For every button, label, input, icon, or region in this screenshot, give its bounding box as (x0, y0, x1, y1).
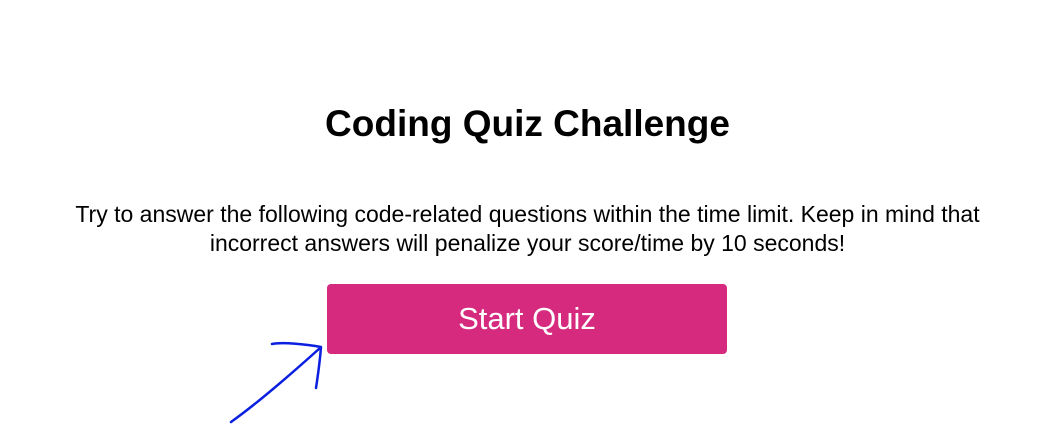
hand-drawn-arrow-icon (229, 341, 323, 424)
page-title: Coding Quiz Challenge (325, 103, 730, 144)
quiz-instructions: Try to answer the following code-related… (75, 201, 980, 256)
start-quiz-button[interactable]: Start Quiz (327, 284, 727, 354)
quiz-start-screen: Coding Quiz Challenge Try to answer the … (0, 0, 1055, 425)
